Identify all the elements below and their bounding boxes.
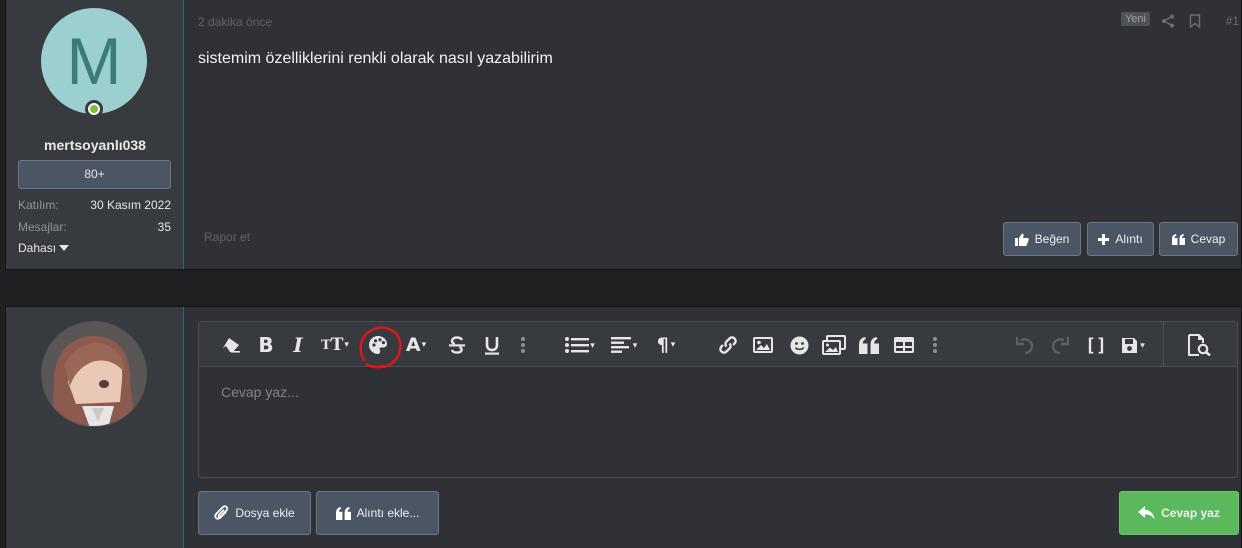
post-number[interactable]: #1 [1226, 14, 1239, 28]
palette-icon[interactable] [367, 334, 389, 356]
more-toggle[interactable]: Dahası [18, 241, 70, 255]
link-icon[interactable] [717, 334, 739, 356]
italic-icon[interactable]: I [290, 333, 306, 357]
username[interactable]: mertsoyanlı038 [6, 137, 184, 153]
bookmark-icon[interactable] [1189, 14, 1201, 28]
quote-marks-icon [335, 506, 351, 520]
undo-icon[interactable] [1015, 334, 1035, 356]
bbcode-icon[interactable]: [] [1085, 334, 1107, 356]
post-time[interactable]: 2 dakika önce [198, 15, 272, 29]
font-color-icon[interactable]: A ▾ [401, 334, 431, 356]
stat-value: 35 [157, 220, 171, 234]
list-icon[interactable]: ▾ [563, 334, 597, 356]
insert-quotes-button[interactable]: Alıntı ekle... [316, 491, 439, 535]
media-icon[interactable] [821, 334, 847, 356]
insert-quotes-label: Alıntı ekle... [356, 506, 420, 520]
like-label: Beğen [1034, 232, 1070, 246]
share-icon[interactable] [1161, 14, 1175, 28]
drafts-icon[interactable]: ▾ [1116, 334, 1150, 356]
more-label: Dahası [18, 241, 57, 255]
plus-icon [1098, 233, 1110, 245]
font-size-icon[interactable]: T T ▾ [318, 334, 352, 356]
reply-arrow-icon [1138, 506, 1155, 520]
more-icon[interactable] [517, 334, 529, 356]
more-icon[interactable] [929, 334, 941, 356]
table-icon[interactable] [893, 334, 915, 356]
new-badge: Yeni [1120, 12, 1150, 26]
paragraph-icon[interactable]: ¶ ▾ [651, 334, 681, 356]
attach-file-button[interactable]: Dosya ekle [198, 491, 311, 535]
user-column: M mertsoyanlı038 80+ Katılım: 30 Kasım 2… [6, 0, 184, 269]
align-icon[interactable]: ▾ [607, 334, 641, 356]
avatar-image [42, 322, 146, 426]
submit-reply-button[interactable]: Cevap yaz [1119, 491, 1239, 535]
reply-input[interactable]: Cevap yaz... [221, 384, 299, 400]
post-header-actions: Yeni #1 [1041, 12, 1241, 30]
reply-editor: B I T T ▾ A ▾ ▾ ▾ ¶ ▾ [] ▾ Cevap yaz... [198, 321, 1238, 478]
quote-label: Alıntı [1115, 232, 1143, 246]
user-column [6, 307, 184, 548]
paperclip-icon [214, 504, 229, 520]
smiley-icon[interactable] [788, 334, 810, 356]
avatar[interactable]: M [41, 8, 147, 114]
strikethrough-icon[interactable] [447, 334, 467, 356]
toolbar-divider [1163, 322, 1164, 366]
quote-button[interactable]: Alıntı [1087, 222, 1154, 256]
quick-reply: B I T T ▾ A ▾ ▾ ▾ ¶ ▾ [] ▾ Cevap yaz... … [5, 306, 1242, 548]
post-first: M mertsoyanlı038 80+ Katılım: 30 Kasım 2… [5, 0, 1242, 270]
caret-down-icon [59, 245, 70, 251]
image-icon[interactable] [752, 334, 774, 356]
quote-marks-icon [1171, 233, 1185, 245]
report-link[interactable]: Rapor et [204, 230, 250, 244]
online-status-icon [85, 100, 103, 118]
attach-file-label: Dosya ekle [235, 506, 295, 520]
stat-value: 30 Kasım 2022 [90, 198, 171, 212]
redo-icon[interactable] [1050, 334, 1070, 356]
underline-icon[interactable] [482, 334, 502, 356]
stat-label: Katılım: [18, 198, 59, 212]
like-button[interactable]: Beğen [1003, 222, 1081, 256]
quote-icon[interactable] [858, 334, 880, 356]
reply-main: B I T T ▾ A ▾ ▾ ▾ ¶ ▾ [] ▾ Cevap yaz... … [185, 307, 1241, 548]
submit-reply-label: Cevap yaz [1161, 506, 1220, 520]
bold-icon[interactable]: B [256, 333, 276, 357]
post-main: 2 dakika önce Yeni #1 sistemim özellikle… [185, 0, 1241, 269]
avatar[interactable] [41, 321, 147, 427]
editor-toolbar: B I T T ▾ A ▾ ▾ ▾ ¶ ▾ [] ▾ [199, 322, 1237, 369]
reply-label: Cevap [1190, 232, 1226, 246]
thumbs-up-icon [1014, 233, 1029, 246]
eraser-icon[interactable] [221, 334, 241, 356]
post-message: sistemim özelliklerini renkli olarak nas… [198, 50, 553, 67]
user-rank-badge: 80+ [18, 160, 171, 189]
stat-label: Mesajlar: [18, 220, 67, 234]
preview-icon[interactable] [1186, 334, 1214, 356]
reply-button[interactable]: Cevap [1159, 222, 1238, 256]
